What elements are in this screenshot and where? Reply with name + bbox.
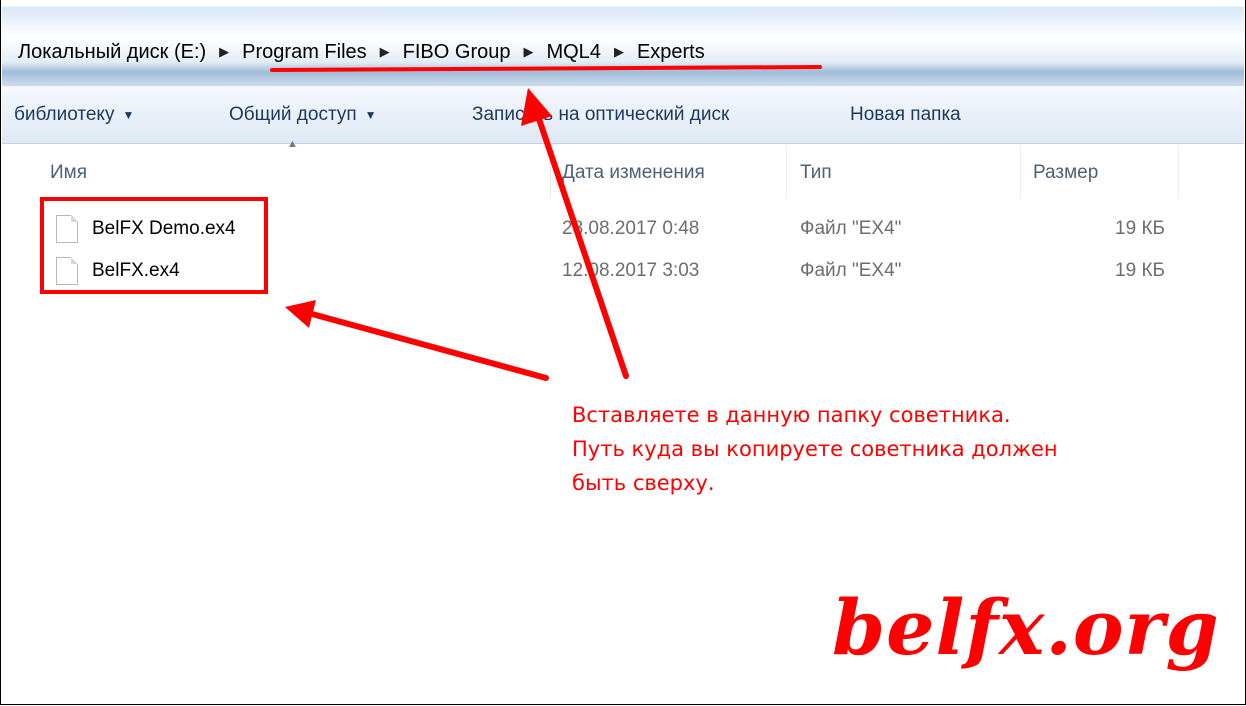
burn-to-disc-label: Записать на оптический диск [472, 103, 730, 125]
new-folder-label: Новая папка [850, 103, 961, 125]
breadcrumb-experts[interactable]: Experts [635, 41, 707, 64]
column-header-size[interactable]: Размер [1033, 145, 1098, 201]
new-folder-button[interactable]: Новая папка [850, 86, 961, 143]
breadcrumb-program-files[interactable]: Program Files [240, 41, 368, 64]
add-to-library-label: библиотеку [14, 103, 115, 125]
file-type: Файл "EX4" [800, 218, 902, 239]
highlight-box [40, 197, 268, 294]
share-label: Общий доступ [229, 103, 357, 125]
breadcrumb-mql4[interactable]: MQL4 [544, 41, 602, 64]
breadcrumb-local-disk[interactable]: Локальный диск (E:) [16, 41, 208, 64]
dropdown-arrow-icon: ▼ [364, 107, 377, 122]
column-divider[interactable] [1178, 146, 1179, 198]
file-date: 28.08.2017 0:48 [562, 218, 700, 239]
address-bar[interactable]: Локальный диск (E:) ▶ Program Files ▶ FI… [2, 0, 1244, 86]
column-divider[interactable] [550, 146, 551, 198]
file-date: 12.08.2017 3:03 [562, 260, 700, 281]
column-header-type[interactable]: Тип [800, 145, 832, 201]
share-button[interactable]: Общий доступ ▼ [229, 86, 377, 143]
breadcrumb: Локальный диск (E:) ▶ Program Files ▶ FI… [16, 38, 707, 66]
sort-ascending-icon: ▲ [287, 138, 298, 150]
file-size: 19 КБ [1115, 218, 1165, 239]
add-to-library-button[interactable]: библиотеку ▼ [14, 86, 134, 143]
chevron-right-icon[interactable]: ▶ [219, 44, 229, 60]
burn-to-disc-button[interactable]: Записать на оптический диск [472, 86, 729, 143]
column-divider[interactable] [1020, 146, 1021, 198]
column-header-date[interactable]: Дата изменения [562, 145, 705, 201]
column-divider[interactable] [786, 146, 787, 198]
chevron-right-icon[interactable]: ▶ [614, 44, 624, 60]
dropdown-arrow-icon: ▼ [122, 107, 135, 122]
annotation-line: быть сверху. [572, 471, 715, 495]
breadcrumb-fibo-group[interactable]: FIBO Group [401, 41, 513, 64]
column-header-name[interactable]: Имя [50, 145, 87, 201]
annotation-text: Вставляете в данную папку советника. Пут… [572, 398, 1172, 500]
chevron-right-icon[interactable]: ▶ [523, 44, 533, 60]
chevron-right-icon[interactable]: ▶ [380, 44, 390, 60]
file-size: 19 КБ [1115, 260, 1165, 281]
annotation-line: Путь куда вы копируете советника должен [572, 437, 1058, 461]
annotation-line: Вставляете в данную папку советника. [572, 403, 1011, 427]
watermark: belfx.org [832, 583, 1220, 672]
command-bar: библиотеку ▼ Общий доступ ▼ Записать на … [2, 86, 1244, 144]
file-type: Файл "EX4" [800, 260, 902, 281]
